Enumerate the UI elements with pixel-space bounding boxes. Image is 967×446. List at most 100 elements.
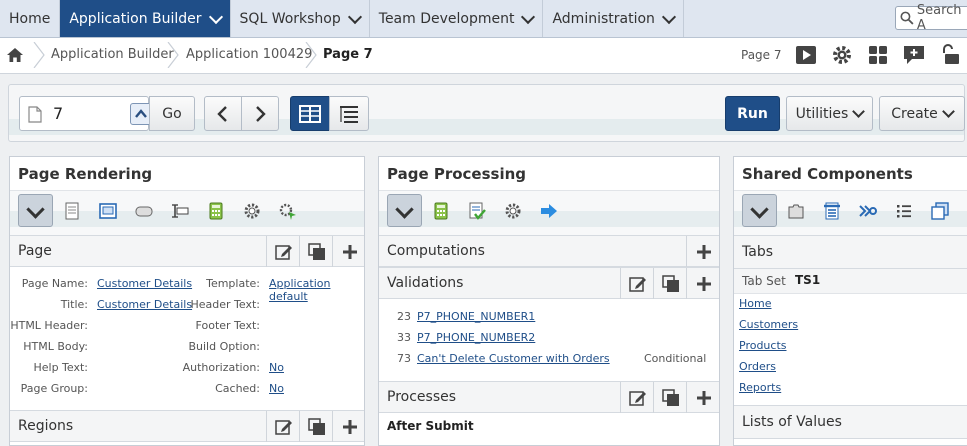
chevron-down-icon	[521, 9, 536, 24]
view-toggle-panels-button[interactable]	[290, 96, 330, 131]
validation-seq: 33	[397, 331, 411, 344]
add-page-button[interactable]	[332, 236, 366, 267]
computation-icon[interactable]	[207, 202, 225, 220]
title-link[interactable]: Customer Details	[97, 298, 192, 311]
tab-set-label: Tab Set	[742, 274, 786, 288]
tab-set-value: TS1	[795, 273, 821, 287]
top-navigation: Home Application Builder SQL Workshop Te…	[0, 0, 967, 38]
validation-seq: 23	[397, 310, 411, 323]
regions-section-header: Regions	[10, 410, 364, 442]
home-icon[interactable]	[6, 47, 24, 63]
utilities-menu-button[interactable]: Utilities	[786, 96, 873, 131]
breadcrumb: Application Builder Application 100429 P…	[0, 38, 967, 74]
validation-icon[interactable]	[468, 202, 486, 220]
button-icon[interactable]	[135, 202, 153, 220]
shared-tab-link[interactable]: Orders	[739, 360, 776, 373]
breadcrumb-current-page: Page 7	[323, 47, 373, 62]
page-name-link[interactable]: Customer Details	[97, 277, 192, 290]
processing-icon-bar	[379, 190, 719, 236]
breadcrumb-application-builder[interactable]: Application Builder	[51, 38, 174, 73]
view-toggle-tree-button[interactable]	[329, 96, 369, 131]
edit-processes-button[interactable]	[620, 382, 654, 413]
field-label: Template:	[206, 277, 260, 290]
run-page-icon[interactable]	[794, 44, 818, 66]
chevron-right-icon	[256, 105, 266, 122]
validation-link[interactable]: Can't Delete Customer with Orders	[417, 352, 610, 365]
shared-collapse-button[interactable]	[742, 194, 777, 227]
page-processing-panel: Page Processing Computations Validations…	[378, 156, 720, 446]
plus-icon	[343, 420, 357, 434]
page-toolbar: 7 Go Run Utilities Create	[8, 84, 965, 142]
tab-administration[interactable]: Administration	[543, 0, 684, 37]
run-button[interactable]: Run	[725, 96, 780, 131]
add-region-button[interactable]	[332, 411, 366, 442]
processing-collapse-button[interactable]	[387, 194, 422, 227]
breadcrumb-separator-icon	[33, 42, 45, 68]
navigation-icon[interactable]	[859, 202, 877, 220]
shared-components-panel: Shared Components Tabs Tab Set TS1 Home …	[733, 156, 967, 446]
page-attributes-icon[interactable]	[63, 202, 81, 220]
page-label: Page 7	[741, 48, 782, 62]
process-gear-icon[interactable]	[504, 202, 522, 220]
grid-icon[interactable]	[866, 44, 890, 66]
copy-page-button[interactable]	[299, 236, 333, 267]
tab-team-development[interactable]: Team Development	[370, 0, 544, 37]
edit-validations-button[interactable]	[620, 268, 654, 299]
templates-icon[interactable]	[931, 202, 949, 220]
dynamic-action-icon[interactable]	[279, 202, 297, 220]
previous-page-button[interactable]	[204, 96, 242, 131]
go-button[interactable]: Go	[149, 96, 195, 131]
field-label: Authorization:	[182, 361, 260, 374]
add-computation-button[interactable]	[686, 236, 720, 267]
copy-processes-button[interactable]	[653, 382, 687, 413]
edit-page-button[interactable]	[266, 236, 300, 267]
template-link[interactable]: Application default	[269, 277, 364, 303]
tabs-icon[interactable]	[787, 202, 805, 220]
section-label: Computations	[387, 243, 485, 259]
lists-of-values-icon[interactable]	[823, 202, 841, 220]
validation-link[interactable]: P7_PHONE_NUMBER2	[417, 331, 535, 344]
region-icon[interactable]	[99, 202, 117, 220]
tab-sql-workshop[interactable]: SQL Workshop	[231, 0, 370, 37]
computation-icon[interactable]	[432, 202, 450, 220]
chevron-down-icon	[941, 105, 955, 118]
item-icon[interactable]	[171, 202, 189, 220]
shared-tab-link[interactable]: Reports	[739, 381, 781, 394]
branch-arrow-icon[interactable]	[540, 202, 558, 220]
process-gear-icon[interactable]	[243, 202, 261, 220]
tab-home[interactable]: Home	[0, 0, 61, 37]
cached-link[interactable]: No	[269, 382, 284, 395]
gear-icon[interactable]	[830, 44, 854, 66]
section-label: Page	[18, 243, 52, 259]
chevron-down-icon	[208, 9, 223, 24]
add-process-button[interactable]	[686, 382, 720, 413]
tab-application-builder[interactable]: Application Builder	[60, 0, 231, 37]
panel-title: Page Processing	[387, 165, 527, 183]
page-number-value: 7	[53, 104, 64, 123]
rendering-icon-bar	[10, 190, 364, 236]
shared-tab-link[interactable]: Home	[739, 297, 771, 310]
authorization-link[interactable]: No	[269, 361, 284, 374]
unlock-icon[interactable]	[938, 44, 962, 66]
copy-regions-button[interactable]	[299, 411, 333, 442]
copy-validations-button[interactable]	[653, 268, 687, 299]
create-menu-button[interactable]: Create	[879, 96, 965, 131]
next-page-button[interactable]	[241, 96, 279, 131]
tab-set-row: Tab Set TS1	[734, 269, 967, 294]
edit-regions-button[interactable]	[266, 411, 300, 442]
edit-icon	[275, 245, 292, 260]
breadcrumb-application[interactable]: Application 100429	[186, 38, 312, 73]
rendering-collapse-button[interactable]	[18, 194, 53, 227]
add-validation-button[interactable]	[686, 268, 720, 299]
validations-section-header: Validations	[379, 267, 719, 299]
tab-label: SQL Workshop	[239, 10, 341, 27]
validation-link[interactable]: P7_PHONE_NUMBER1	[417, 310, 535, 323]
shared-tab-link[interactable]: Products	[739, 339, 787, 352]
add-comment-icon[interactable]	[902, 44, 926, 66]
page-number-input[interactable]: 7	[19, 96, 152, 131]
shared-tab-link[interactable]: Customers	[739, 318, 798, 331]
copy-icon	[662, 389, 679, 406]
field-label: Title:	[60, 298, 88, 311]
list-icon[interactable]	[895, 202, 913, 220]
search-input[interactable]: Search A	[895, 3, 967, 33]
